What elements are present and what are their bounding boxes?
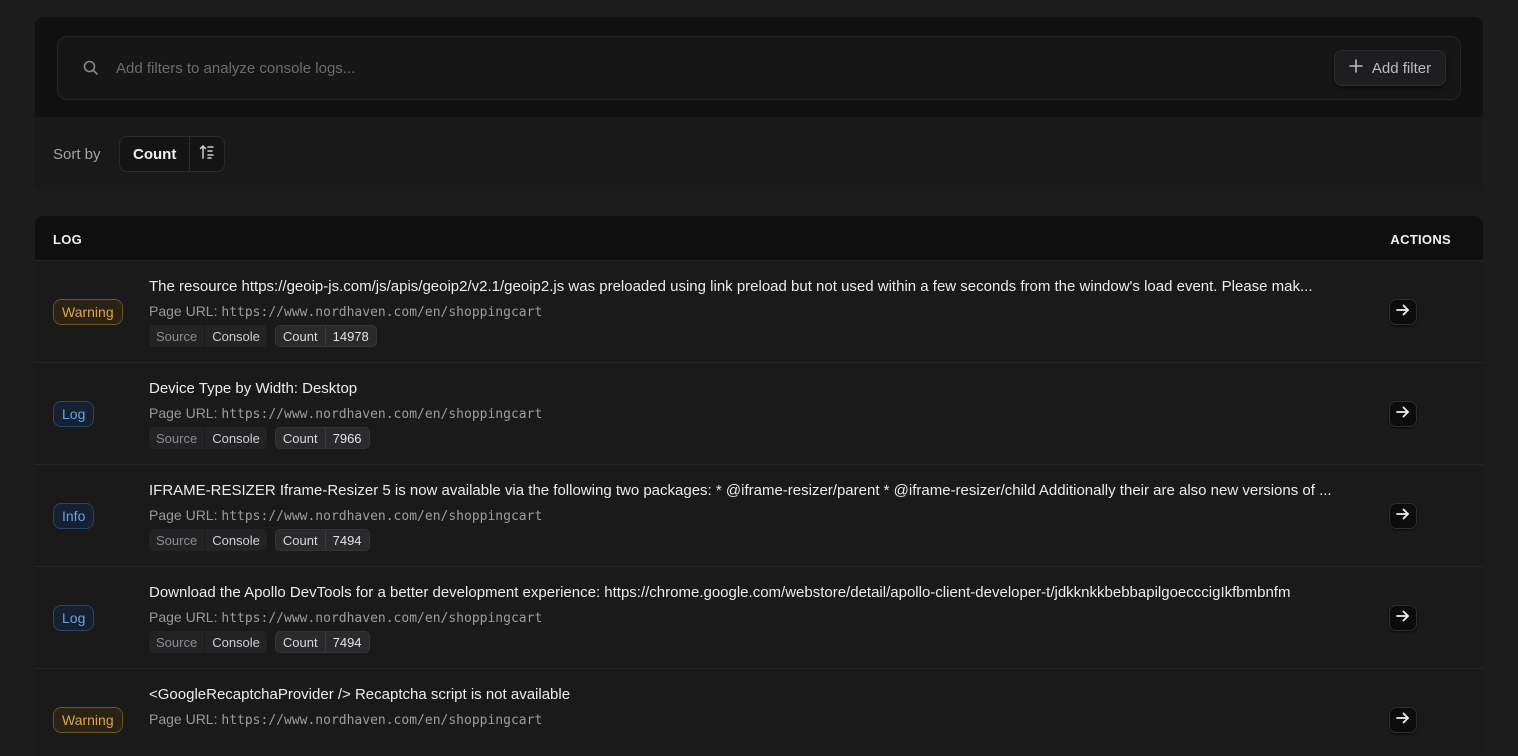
count-tag: Count 14978 <box>274 325 377 347</box>
open-log-button[interactable] <box>1389 503 1417 529</box>
sort-field-dropdown[interactable]: Count <box>120 137 189 171</box>
open-log-button[interactable] <box>1389 605 1417 631</box>
page-url: Page URL: https://www.nordhaven.com/en/s… <box>149 405 542 422</box>
count-tag: Count 7494 <box>274 631 370 653</box>
row-tags: Source Console Count 7494 <box>149 631 370 653</box>
row-tags: Source Console Count 14978 <box>149 325 377 347</box>
plus-icon <box>1349 59 1363 77</box>
page-url-value: https://www.nordhaven.com/en/shoppingcar… <box>221 509 543 524</box>
count-tag-value: 7966 <box>324 428 369 448</box>
count-tag: Count 7966 <box>274 427 370 449</box>
source-tag-key: Source <box>156 532 198 548</box>
page-url-value: https://www.nordhaven.com/en/shoppingcar… <box>221 305 543 320</box>
source-tag-value: Console <box>204 325 267 347</box>
sort-direction-button[interactable] <box>189 137 224 171</box>
level-badge-log: Log <box>53 605 95 631</box>
arrow-right-icon <box>1395 711 1411 730</box>
column-header-actions: ACTIONS <box>1390 232 1451 247</box>
count-tag-value: 14978 <box>324 326 376 346</box>
search-input[interactable] <box>116 55 1216 81</box>
arrow-right-icon <box>1395 507 1411 526</box>
count-tag: Count 7494 <box>274 529 370 551</box>
sort-ascending-icon <box>199 144 215 165</box>
level-badge-info: Info <box>53 503 95 529</box>
level-badge-log: Log <box>53 401 95 427</box>
table-row[interactable]: Log Device Type by Width: Desktop Page U… <box>35 362 1483 464</box>
table-row[interactable]: Log Download the Apollo DevTools for a b… <box>35 566 1483 668</box>
log-message: Device Type by Width: Desktop <box>149 380 358 397</box>
source-tag-key: Source <box>156 634 198 650</box>
page-url: Page URL: https://www.nordhaven.com/en/s… <box>149 303 542 320</box>
search-bar: Add filter <box>57 36 1461 100</box>
count-tag-key: Count <box>282 634 318 650</box>
page-url-label: Page URL: <box>149 507 218 523</box>
page-url-value: https://www.nordhaven.com/en/shoppingcar… <box>221 713 543 728</box>
page-url: Page URL: https://www.nordhaven.com/en/s… <box>149 711 542 728</box>
table-header: LOG ACTIONS <box>35 216 1483 260</box>
count-tag-key: Count <box>282 532 318 548</box>
sort-row: Sort by Count <box>35 117 1483 191</box>
column-header-log: LOG <box>53 232 83 247</box>
table-row[interactable]: Info IFRAME-RESIZER Iframe-Resizer 5 is … <box>35 464 1483 566</box>
table-row[interactable]: Warning <GoogleRecaptchaProvider /> Reca… <box>35 668 1483 756</box>
log-message: Download the Apollo DevTools for a bette… <box>149 584 1291 601</box>
source-tag-key: Source <box>156 430 198 446</box>
count-tag-key: Count <box>282 430 318 446</box>
open-log-button[interactable] <box>1389 707 1417 733</box>
sort-control: Count <box>119 136 226 172</box>
source-tag: Source Console <box>149 325 267 347</box>
source-tag-value: Console <box>204 631 267 653</box>
level-badge-warning: Warning <box>53 299 123 325</box>
open-log-button[interactable] <box>1389 401 1417 427</box>
level-badge-warning: Warning <box>53 707 123 733</box>
count-tag-key: Count <box>282 328 318 344</box>
log-message: The resource https://geoip-js.com/js/api… <box>149 278 1313 295</box>
arrow-right-icon <box>1395 609 1411 628</box>
row-tags: Source Console Count 7494 <box>149 529 370 551</box>
source-tag: Source Console <box>149 529 267 551</box>
arrow-right-icon <box>1395 405 1411 424</box>
filter-panel: Add filter Sort by Count <box>35 17 1483 191</box>
page-url: Page URL: https://www.nordhaven.com/en/s… <box>149 507 542 524</box>
page-url-value: https://www.nordhaven.com/en/shoppingcar… <box>221 407 543 422</box>
row-tags: Source Console Count 7966 <box>149 427 370 449</box>
sort-by-label: Sort by <box>53 146 101 163</box>
page-url-value: https://www.nordhaven.com/en/shoppingcar… <box>221 611 543 626</box>
source-tag-key: Source <box>156 328 198 344</box>
log-message: <GoogleRecaptchaProvider /> Recaptcha sc… <box>149 686 571 703</box>
count-tag-value: 7494 <box>324 632 369 652</box>
add-filter-button[interactable]: Add filter <box>1334 50 1446 86</box>
page-url-label: Page URL: <box>149 405 218 421</box>
arrow-right-icon <box>1395 303 1411 322</box>
log-table: LOG ACTIONS Warning The resource https:/… <box>35 216 1483 756</box>
source-tag-value: Console <box>204 427 267 449</box>
search-icon <box>82 59 100 77</box>
source-tag-value: Console <box>204 529 267 551</box>
page-url-label: Page URL: <box>149 609 218 625</box>
page-url-label: Page URL: <box>149 303 218 319</box>
page-url: Page URL: https://www.nordhaven.com/en/s… <box>149 609 542 626</box>
table-row[interactable]: Warning The resource https://geoip-js.co… <box>35 260 1483 362</box>
add-filter-label: Add filter <box>1371 59 1432 77</box>
open-log-button[interactable] <box>1389 299 1417 325</box>
source-tag: Source Console <box>149 427 267 449</box>
page-url-label: Page URL: <box>149 711 218 727</box>
source-tag: Source Console <box>149 631 267 653</box>
log-message: IFRAME-RESIZER Iframe-Resizer 5 is now a… <box>149 482 1332 499</box>
count-tag-value: 7494 <box>324 530 369 550</box>
